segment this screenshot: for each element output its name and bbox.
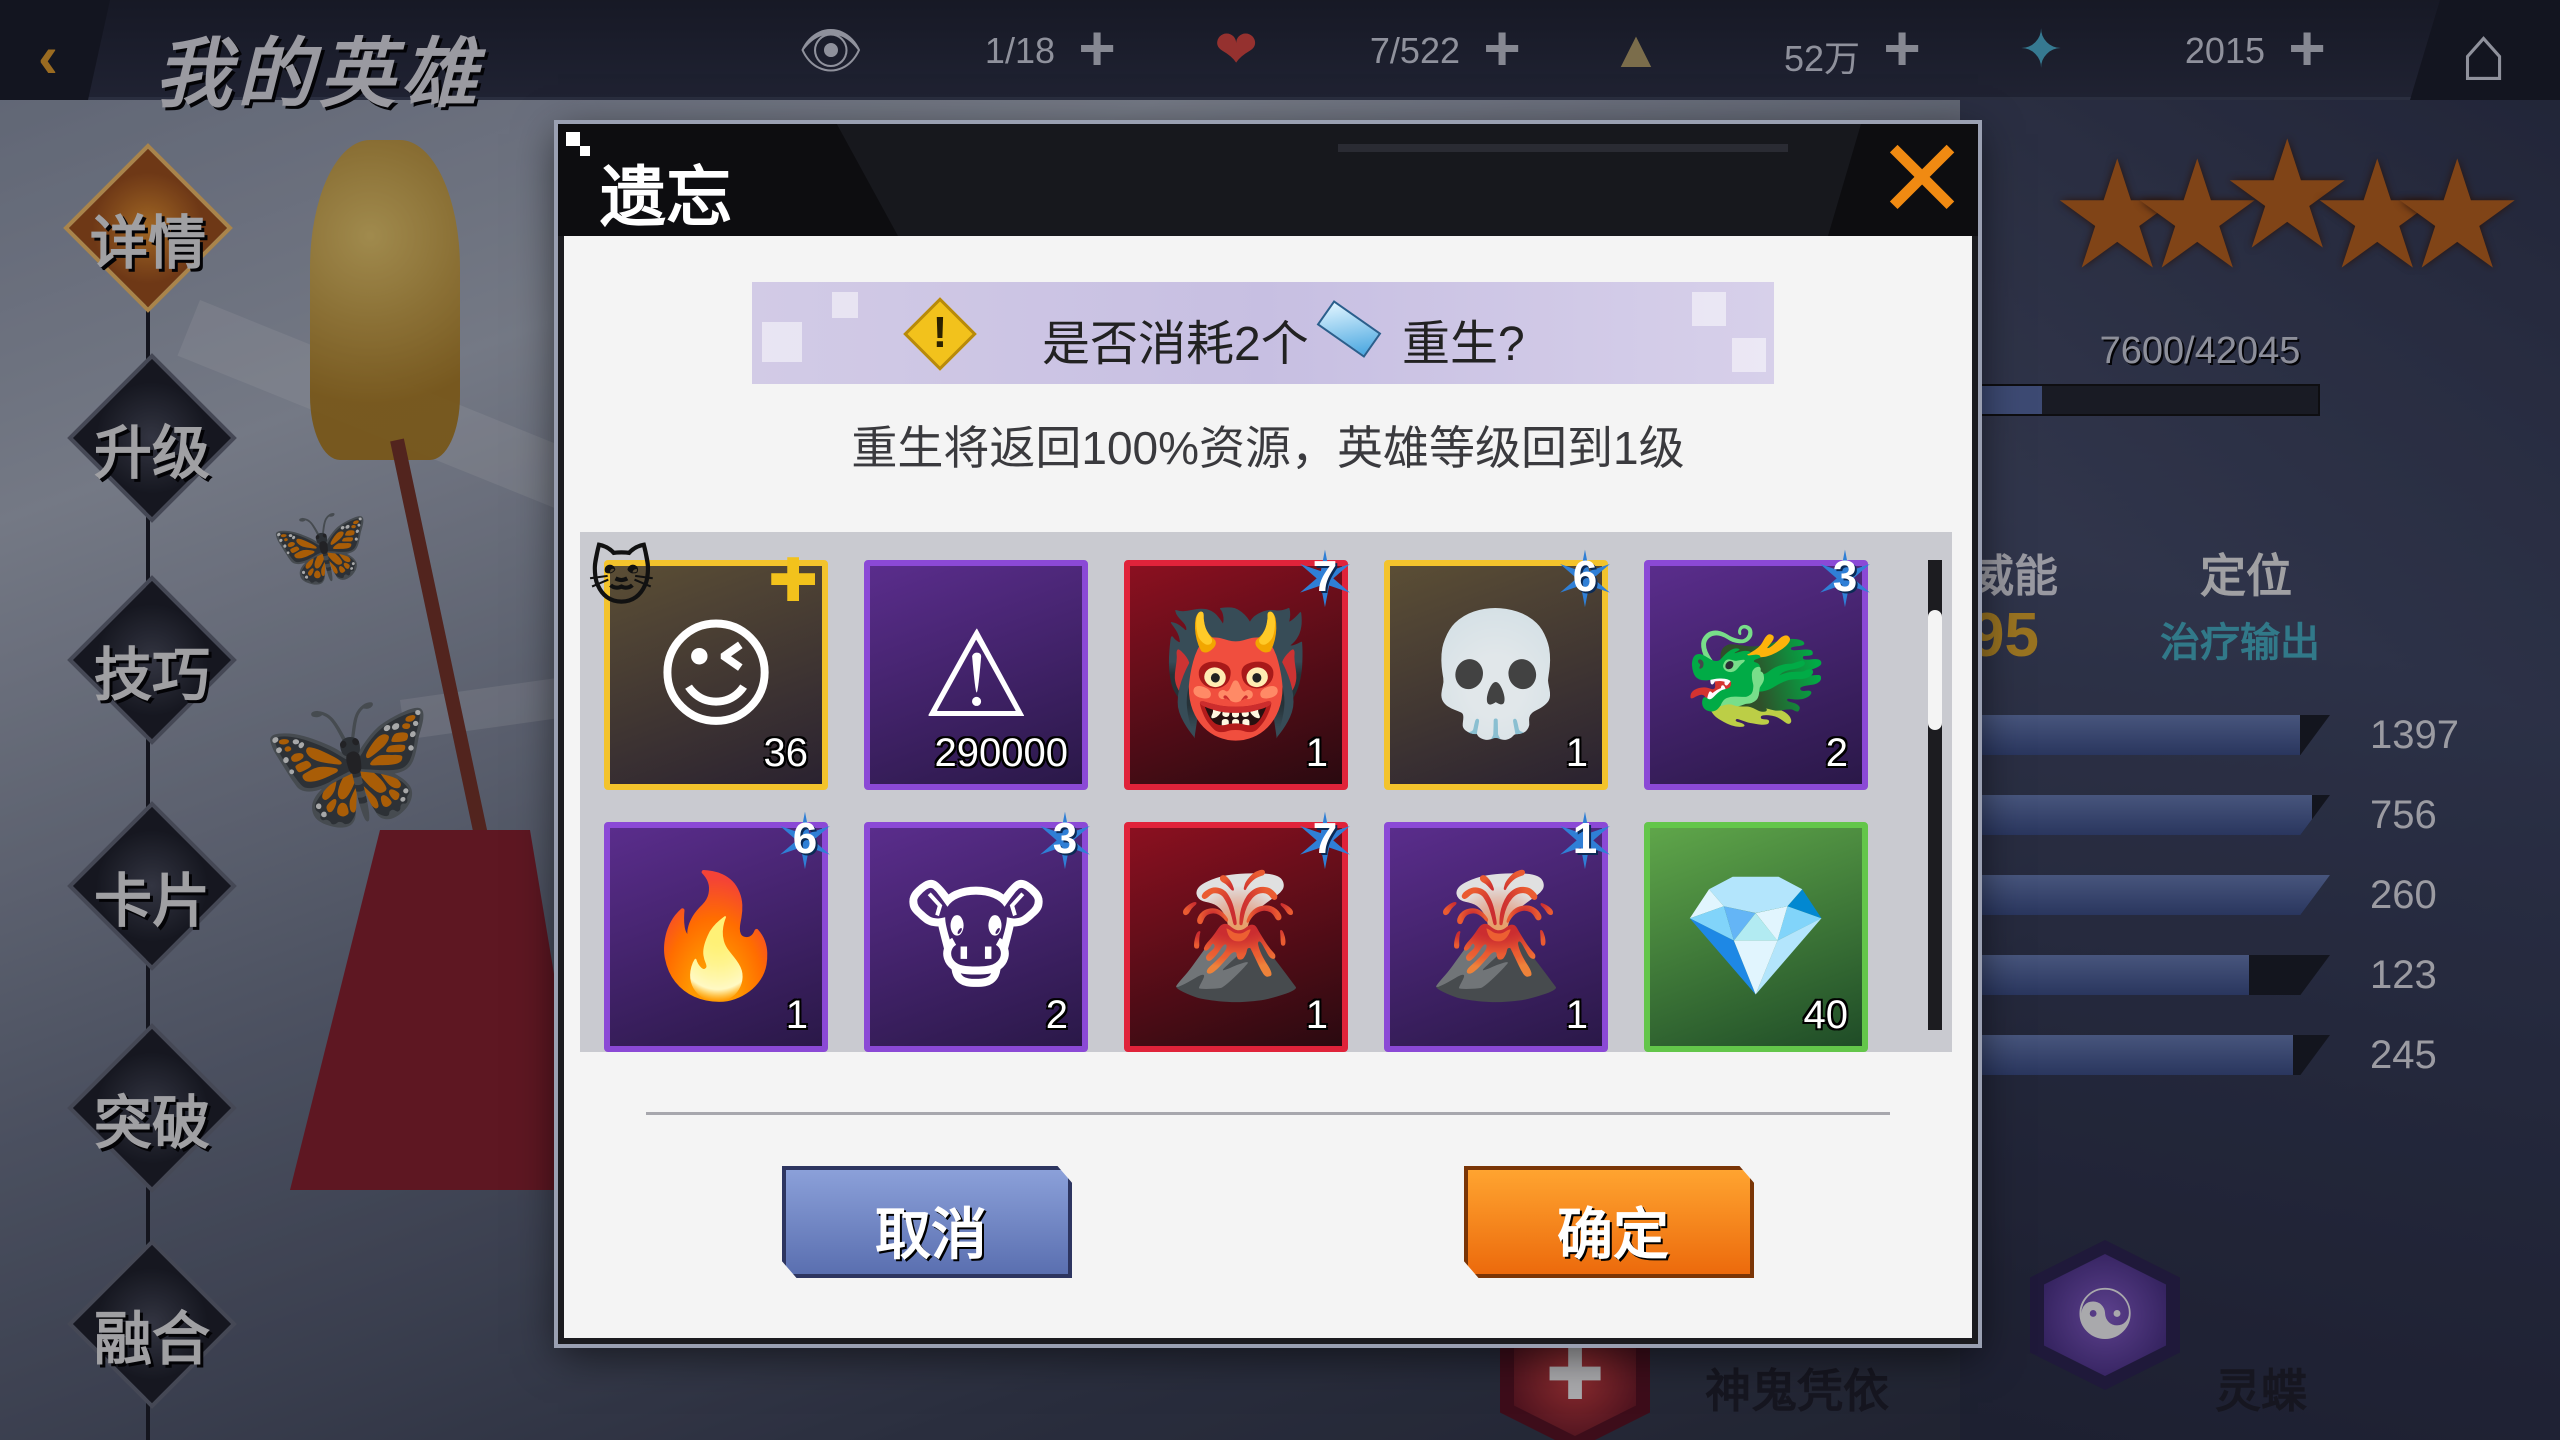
resource-item[interactable]: 😉 36 🐱 ✚ (588, 541, 828, 790)
confirm-prompt-banner: ! 是否消耗2个 重生? (752, 282, 1774, 384)
warning-mark: ! (932, 308, 948, 357)
item-quantity: 1 (785, 993, 808, 1037)
returned-resources-panel: 😉 36 🐱 ✚ ⚠ 290000 👹 1 ✶ 7 💀 1 ✶ 6 🐲 2 ✶ 3 🔥 1 ✶ 6 🐮 2 ✶ 3 🌋 1 ✶ 7 🌋 1 ✶ 1… (580, 532, 1952, 1052)
star-level-badge: ✶ 3 (1810, 543, 1880, 619)
rebirth-dialog: 遗忘 ✕ ! 是否消耗2个 重生? 重生将返回100%资源，英雄等级回到1级 😉… (558, 124, 1978, 1344)
rebirth-info-text: 重生将返回100%资源，英雄等级回到1级 (851, 422, 1685, 474)
resource-item[interactable]: 👹 1 ✶ 7 (1124, 543, 1357, 790)
item-quantity: 2 (1825, 731, 1848, 775)
prompt-text: 是否消耗2个 (1042, 318, 1309, 371)
prompt-text-suffix: 重生? (1402, 318, 1525, 371)
item-quantity: 290000 (934, 731, 1068, 775)
resource-grid: 😉 36 🐱 ✚ ⚠ 290000 👹 1 ✶ 7 💀 1 ✶ 6 🐲 2 ✶ 3 🔥 1 ✶ 6 🐮 2 ✶ 3 🌋 1 ✶ 7 🌋 1 ✶ 1… (588, 541, 1904, 1052)
item-quantity: 40 (1803, 993, 1849, 1037)
confirm-label: 确定 (1557, 1202, 1669, 1268)
decor-pixel (580, 146, 590, 156)
decor-pixel (566, 132, 580, 146)
decor-square (762, 322, 802, 362)
badge-number: 3 (1832, 552, 1858, 601)
resource-item[interactable]: 🔥 1 ✶ 6 (604, 805, 837, 1052)
crystal-icon (1312, 296, 1382, 366)
badge-number: 1 (1572, 814, 1598, 863)
item-quantity: 36 (763, 731, 809, 775)
resource-item[interactable]: 🌋 1 ✶ 1 (1384, 805, 1617, 1052)
badge-number: 7 (1312, 814, 1338, 863)
item-quantity: 1 (1305, 993, 1328, 1037)
dialog-header: 遗忘 ✕ (558, 124, 1978, 236)
resource-item[interactable]: 🌋 1 ✶ 7 (1124, 805, 1357, 1052)
resource-item[interactable]: 💎 40 (1644, 812, 1868, 1052)
decor-square (1692, 292, 1726, 326)
dialog-title: 遗忘 (600, 158, 732, 236)
item-frame: ⚠ 290000 (864, 560, 1088, 790)
badge-number: 6 (792, 814, 818, 863)
header-stripe (1338, 144, 1788, 152)
star-level-badge: ✶ 7 (1290, 805, 1360, 881)
resource-item[interactable]: ⚠ 290000 (864, 550, 1088, 790)
decor-square (832, 292, 858, 318)
star-level-badge: ✶ 3 (1030, 805, 1100, 881)
warning-icon: ! (903, 297, 977, 371)
crystal-shape (1316, 300, 1382, 358)
close-icon: ✕ (1876, 118, 1969, 241)
resource-item[interactable]: 🐲 2 ✶ 3 (1644, 543, 1877, 790)
divider (646, 1112, 1890, 1115)
badge-number: 6 (1572, 552, 1598, 601)
badge-number: 3 (1052, 814, 1078, 863)
puzzle-piece-icon: ✚ (768, 547, 819, 614)
cat-mask-icon: 🐱 (588, 541, 655, 613)
item-quantity: 1 (1565, 731, 1588, 775)
resource-item[interactable]: 💀 1 ✶ 6 (1384, 543, 1617, 790)
item-frame: 💎 40 (1644, 822, 1868, 1052)
badge-number: 7 (1312, 552, 1338, 601)
star-level-badge: ✶ 7 (1290, 543, 1360, 619)
item-quantity: 1 (1305, 731, 1328, 775)
item-quantity: 1 (1565, 993, 1588, 1037)
star-level-badge: ✶ 1 (1550, 805, 1620, 881)
confirm-button[interactable]: 确定 (1464, 1166, 1754, 1278)
item-quantity: 2 (1045, 993, 1068, 1037)
star-level-badge: ✶ 6 (770, 805, 840, 881)
cancel-button[interactable]: 取消 (782, 1166, 1072, 1278)
close-button[interactable]: ✕ (1828, 124, 1978, 236)
resource-item[interactable]: 🐮 2 ✶ 3 (864, 805, 1097, 1052)
decor-square (1732, 338, 1766, 372)
scrollbar-thumb[interactable] (1928, 610, 1942, 730)
star-level-badge: ✶ 6 (1550, 543, 1620, 619)
cancel-label: 取消 (875, 1202, 987, 1268)
scrollbar[interactable] (1928, 560, 1942, 1030)
